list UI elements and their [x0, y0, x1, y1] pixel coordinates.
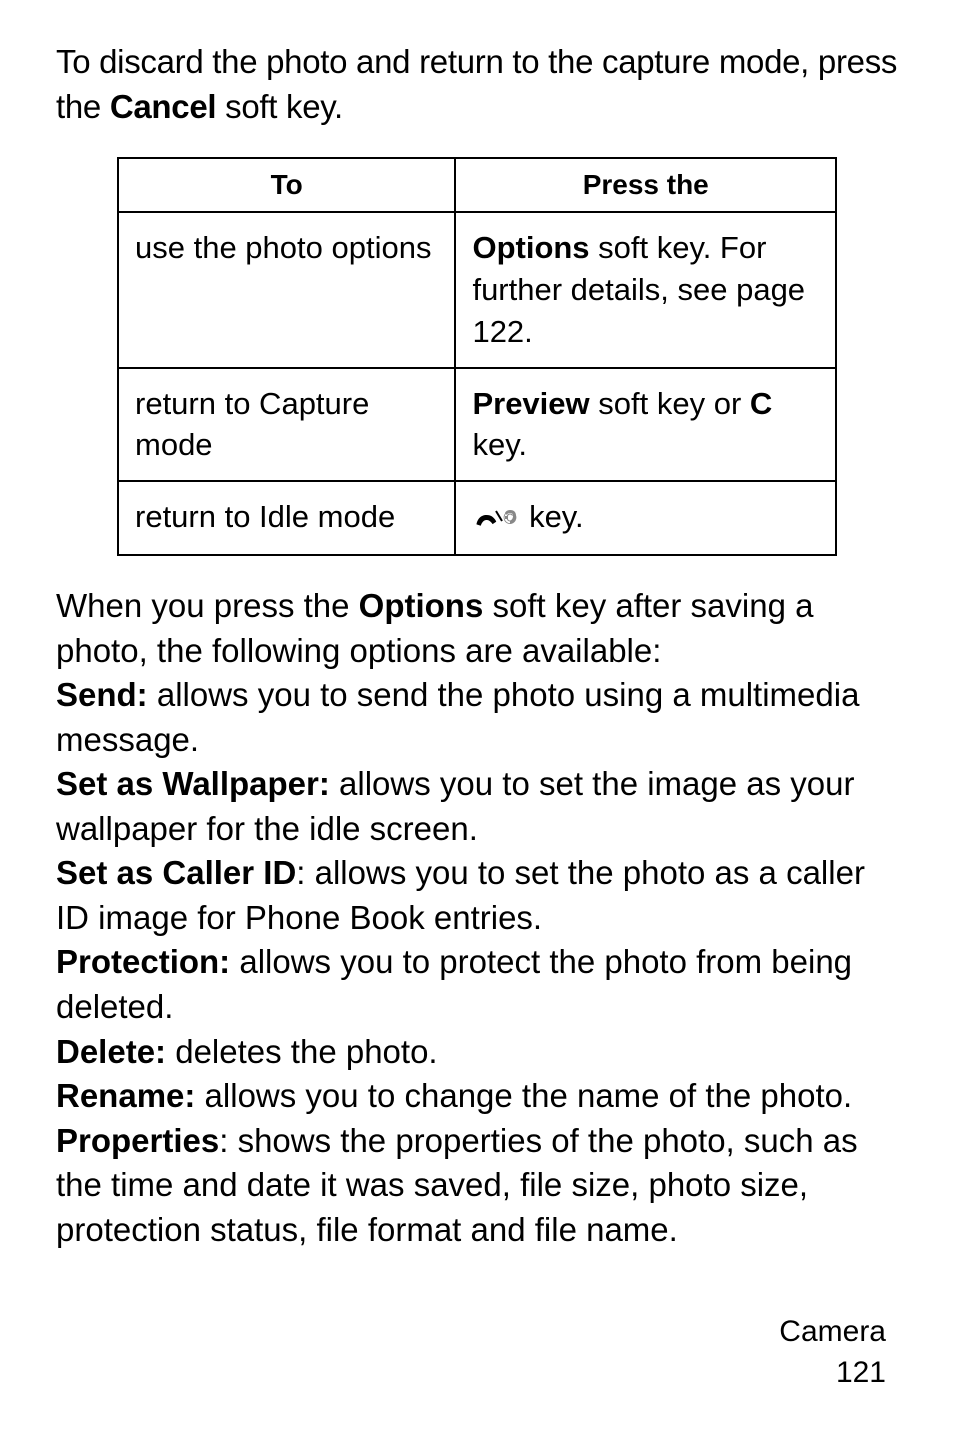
end-call-icon: © — [472, 498, 520, 540]
body-content: When you press the Options soft key afte… — [56, 584, 898, 1252]
page-footer: Camera 121 — [779, 1312, 886, 1393]
intro-post: soft key. — [216, 88, 343, 125]
preview-end: key. — [472, 427, 527, 462]
options-bold: Options — [472, 230, 589, 265]
cell-press: Preview soft key or C key. — [455, 368, 836, 482]
footer-page: 121 — [779, 1353, 886, 1394]
table-row: return to Capture mode Preview soft key … — [118, 368, 836, 482]
header-press: Press the — [455, 158, 836, 212]
idle-end: key. — [520, 499, 583, 534]
cell-press: Options soft key. For further details, s… — [455, 212, 836, 368]
preview-bold: Preview — [472, 386, 589, 421]
footer-section: Camera — [779, 1312, 886, 1353]
send-item: Send: allows you to send the photo using… — [56, 673, 898, 762]
callerid-item: Set as Caller ID: allows you to set the … — [56, 851, 898, 940]
table-header-row: To Press the — [118, 158, 836, 212]
table-row: use the photo options Options soft key. … — [118, 212, 836, 368]
wallpaper-item: Set as Wallpaper: allows you to set the … — [56, 762, 898, 851]
c-bold: C — [750, 386, 772, 421]
intro-cancel: Cancel — [110, 88, 216, 125]
actions-table: To Press the use the photo options Optio… — [117, 157, 837, 556]
cell-to: use the photo options — [118, 212, 455, 368]
header-to: To — [118, 158, 455, 212]
protection-item: Protection: allows you to protect the ph… — [56, 940, 898, 1029]
svg-text:©: © — [504, 508, 517, 528]
intro-text: To discard the photo and return to the c… — [56, 40, 898, 129]
table-row: return to Idle mode © key. — [118, 481, 836, 555]
cell-to: return to Capture mode — [118, 368, 455, 482]
properties-item: Properties: shows the properties of the … — [56, 1119, 898, 1253]
options-intro: When you press the Options soft key afte… — [56, 584, 898, 673]
preview-mid: soft key or — [590, 386, 750, 421]
cell-to: return to Idle mode — [118, 481, 455, 555]
cell-press: © key. — [455, 481, 836, 555]
rename-item: Rename: allows you to change the name of… — [56, 1074, 898, 1119]
delete-item: Delete: deletes the photo. — [56, 1030, 898, 1075]
